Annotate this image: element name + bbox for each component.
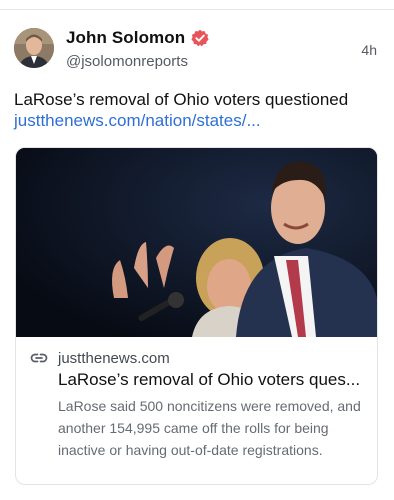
card-description: LaRose said 500 noncitizens were removed… — [58, 398, 361, 458]
author-handle[interactable]: @jsolomonreports — [66, 53, 188, 70]
post-timestamp[interactable]: 4h — [361, 42, 377, 58]
link-icon — [30, 349, 48, 367]
link-preview-card[interactable]: justthenews.com LaRose’s removal of Ohio… — [15, 147, 378, 485]
post[interactable]: John Solomon @jsolomonreports 4h LaRose’… — [0, 10, 394, 500]
verified-badge-icon — [191, 29, 209, 47]
avatar[interactable] — [14, 28, 54, 68]
card-image — [16, 148, 377, 337]
author-name[interactable]: John Solomon — [66, 28, 185, 48]
card-domain: justthenews.com — [58, 349, 170, 367]
author-row: John Solomon — [66, 28, 209, 48]
post-text: LaRose’s removal of Ohio voters question… — [14, 90, 349, 109]
post-link[interactable]: justthenews.com/nation/states/... — [14, 110, 261, 131]
card-domain-row: justthenews.com — [30, 349, 170, 367]
card-title: LaRose’s removal of Ohio voters ques... — [58, 370, 361, 389]
